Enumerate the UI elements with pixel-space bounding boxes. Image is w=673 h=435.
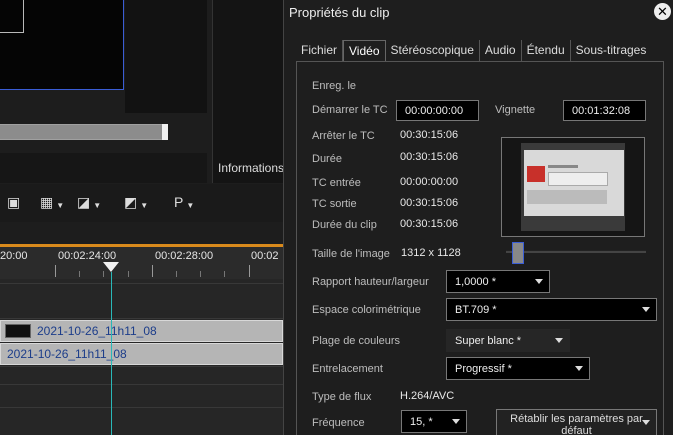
chevron-down-icon (452, 419, 460, 424)
ruler-tick (224, 271, 225, 277)
ruler-tick (152, 265, 153, 277)
thumbnail-slider-track[interactable] (506, 250, 646, 253)
ruler-tick (176, 271, 177, 277)
tab-etendu[interactable]: Étendu (522, 40, 571, 62)
playhead-line[interactable] (111, 272, 112, 435)
image-size-value: 1312 x 1128 (401, 247, 461, 259)
interlace-dropdown[interactable]: Progressif * (446, 357, 590, 380)
clip-properties-dialog: Propriétés du clip ✕ Fichier Vidéo Stéré… (283, 0, 673, 435)
tc-out-label: TC sortie (312, 198, 357, 210)
preview-scrubber-bar[interactable] (0, 124, 168, 140)
preview-side-area (125, 0, 207, 113)
image-size-label: Taille de l'image (312, 248, 390, 260)
playhead-marker[interactable] (103, 262, 119, 272)
close-icon[interactable]: ✕ (654, 3, 671, 20)
thumbnail-screen (524, 150, 624, 216)
chevron-down-icon (575, 366, 583, 371)
color-range-dropdown[interactable]: Super blanc * (446, 329, 570, 352)
filter-icon[interactable]: ▣ (7, 192, 20, 212)
aspect-ratio-label: Rapport hauteur/largeur (312, 276, 429, 288)
timeline-ruler[interactable] (0, 244, 283, 279)
tab-audio[interactable]: Audio (480, 40, 522, 62)
preview-overlay-frame (0, 0, 24, 33)
chevron-down-icon (642, 420, 650, 425)
track-divider (0, 407, 283, 408)
clip-duration-value: 00:30:15:06 (400, 218, 459, 230)
tab-sous-titrages[interactable]: Sous-titrages (571, 40, 652, 62)
track-divider (0, 384, 283, 385)
dialog-title: Propriétés du clip (289, 5, 390, 20)
thumbnail-tc-field[interactable]: 00:01:32:08 (563, 100, 646, 121)
color-correction-icon[interactable]: ◩ ▼ (124, 192, 148, 212)
ruler-label: 00:02 (251, 250, 279, 262)
start-tc-label: Démarrer le TC (312, 104, 388, 116)
preview-controls-area (0, 153, 207, 183)
duration-value: 00:30:15:06 (400, 151, 459, 163)
chevron-down-icon (555, 338, 563, 343)
ruler-tick (128, 271, 129, 277)
track-divider (0, 366, 283, 367)
aspect-ratio-dropdown[interactable]: 1,0000 * (446, 270, 550, 293)
clip-thumbnail (5, 324, 31, 338)
tab-bar: Fichier Vidéo Stéréoscopique Audio Étend… (296, 40, 651, 62)
reset-defaults-button[interactable]: Rétablir les paramètres par défaut (496, 409, 657, 435)
stream-type-value: H.264/AVC (400, 390, 455, 402)
frequency-dropdown[interactable]: 15, * (401, 410, 467, 433)
duration-label: Durée (312, 153, 342, 165)
stop-tc-value: 00:30:15:06 (400, 129, 459, 141)
enreg-label: Enreg. le (312, 80, 357, 92)
tab-video[interactable]: Vidéo (343, 40, 386, 62)
interlace-label: Entrelacement (312, 363, 383, 375)
information-panel (212, 0, 283, 183)
colorspace-dropdown[interactable]: BT.709 * (446, 298, 657, 321)
clip-duration-label: Durée du clip (312, 219, 377, 231)
video-clip[interactable]: 2021-10-26_11h11_08 (0, 320, 283, 342)
chevron-down-icon (535, 279, 543, 284)
stream-type-label: Type de flux (312, 391, 372, 403)
ruler-tick (55, 265, 56, 277)
ruler-label: 00:02:28:00 (155, 250, 214, 262)
tab-fichier[interactable]: Fichier (296, 40, 344, 62)
ruler-tick (249, 265, 250, 277)
ruler-tick (79, 271, 80, 277)
p-icon[interactable]: P ▼ (174, 192, 194, 212)
ruler-label: 00:02:24:00 (58, 250, 117, 262)
tc-in-value: 00:00:00:00 (400, 176, 459, 188)
start-tc-field[interactable]: 00:00:00:00 (396, 100, 479, 121)
stop-tc-label: Arrêter le TC (312, 130, 375, 142)
frequency-label: Fréquence (312, 417, 365, 429)
tc-out-value: 00:30:15:06 (400, 197, 459, 209)
tab-stereoscopique[interactable]: Stéréoscopique (386, 40, 480, 62)
color-range-label: Plage de couleurs (312, 335, 401, 347)
colorspace-label: Espace colorimétrique (312, 304, 421, 316)
ruler-range-bar (0, 244, 283, 247)
thumbnail-label: Vignette (495, 104, 536, 116)
thumbnail-slider-handle[interactable] (512, 242, 524, 264)
grid-icon[interactable]: ▦ ▼ (40, 192, 64, 212)
information-panel-label: Informations (218, 161, 283, 175)
ruler-label: 20:00 (0, 250, 28, 262)
ruler-tick (200, 271, 201, 277)
chevron-down-icon (642, 307, 650, 312)
tc-in-label: TC entrée (312, 177, 361, 189)
audio-clip[interactable]: 2021-10-26_11h11_08 (0, 343, 283, 365)
editor-background: Informations ▣ ▦ ▼ ◪ ▼ ◩ ▼ P ▼ 20:00 00:02:2… (0, 0, 283, 435)
track-divider (0, 318, 283, 319)
scrubber-handle[interactable] (162, 124, 168, 140)
track-divider (0, 283, 283, 284)
contrast-icon[interactable]: ◪ ▼ (77, 192, 101, 212)
